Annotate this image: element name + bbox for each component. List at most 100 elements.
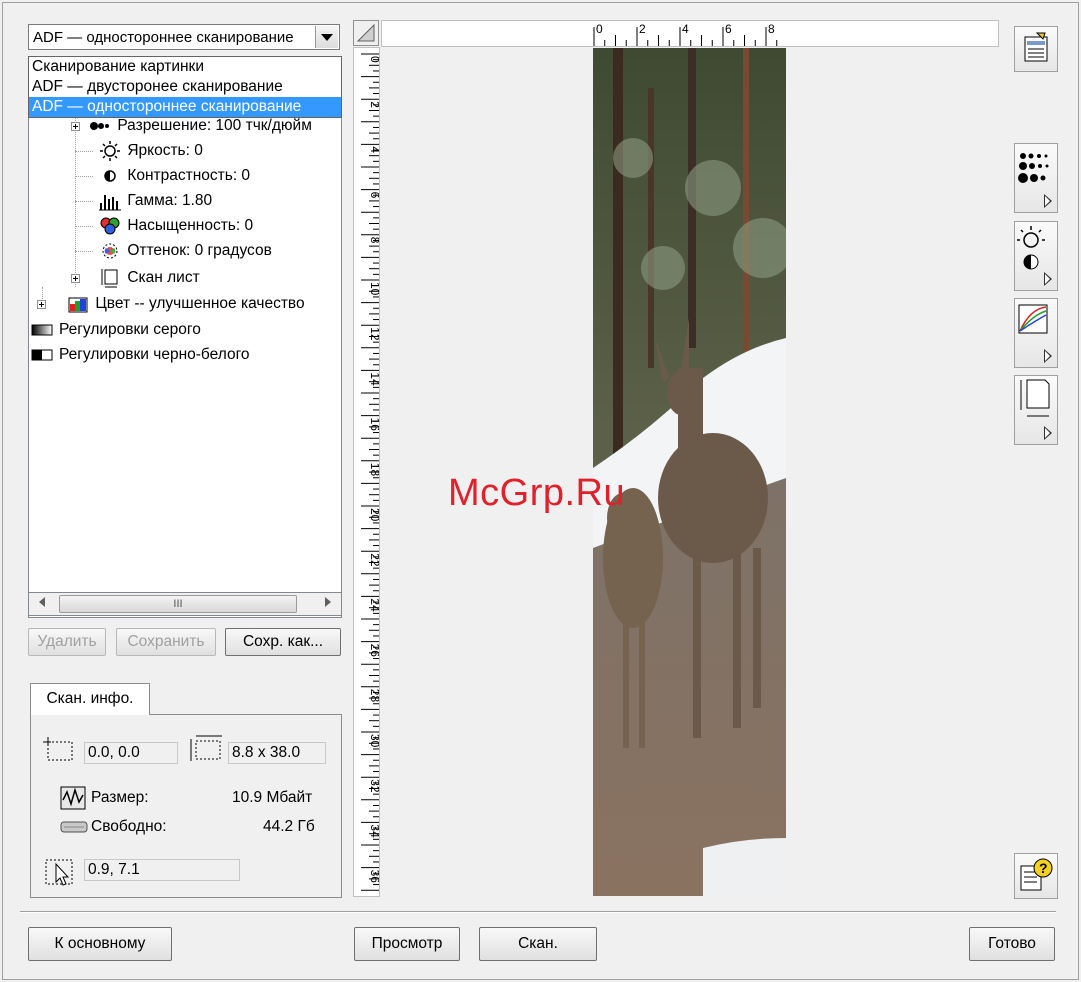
save-profile-button[interactable]: Сохранить [116,628,216,656]
vertical-ruler-ticks: 024681012141618202224262830323436 [361,53,382,891]
page-size-icon [1020,379,1050,417]
tree-item-scan-sheet[interactable]: Скан лист [67,267,200,289]
svg-text:?: ? [1039,860,1048,876]
preview-button[interactable]: Просмотр [354,927,460,961]
ruler-label: 34 [368,824,379,838]
scroll-right-icon[interactable] [325,597,331,607]
ruler-label: 32 [368,779,379,793]
save-as-profile-button[interactable]: Сохр. как... [225,628,341,656]
scroll-left-icon[interactable] [39,597,45,607]
tab-scan-info[interactable]: Скан. инфо. [30,683,150,715]
ruler-label: 24 [368,598,379,612]
tree-item-gamma[interactable]: Гамма: 1.80 [75,190,212,212]
resolution-tool-button[interactable] [1014,143,1058,213]
page-size-tool-button[interactable] [1014,375,1058,445]
resolution-icon [90,121,110,130]
bottom-divider [20,911,1056,913]
profile-option[interactable]: Сканирование картинки [29,57,341,77]
ruler-label: 2 [639,22,646,36]
disk-icon [60,821,88,833]
origin-icon [43,737,73,761]
ruler-label: 26 [368,644,379,658]
free-value: 44.2 Гб [263,818,315,835]
color-mode-icon [68,297,88,313]
ruler-label: 6 [368,192,379,199]
help-button[interactable]: ? [1014,853,1058,899]
ruler-label: 8 [768,22,775,36]
tree-item-brightness[interactable]: Яркость: 0 [75,140,203,162]
tree-item-gray-settings[interactable]: Регулировки серого [31,319,201,341]
expand-icon[interactable] [37,300,46,309]
ruler-label: 2 [368,101,379,108]
horizontal-ruler-ticks: 0 2 4 6 8 [593,22,778,46]
ruler-label: 0 [596,22,603,36]
black-white-icon [31,349,53,361]
gamma-icon [99,194,122,211]
chevron-right-icon [1044,426,1052,440]
brightness-tool-button[interactable] [1014,221,1058,291]
contrast-icon [104,170,117,182]
cursor-position-field: 0.9, 7.1 [84,859,240,881]
ruler-label: 4 [682,22,689,36]
origin-field: 0.0, 0.0 [84,742,178,764]
ruler-label: 14 [368,372,379,386]
chevron-right-icon [1044,272,1052,286]
ruler-label: 8 [368,237,379,244]
done-button[interactable]: Готово [969,927,1055,961]
dimensions-icon [190,735,222,761]
help-icon: ? [1020,858,1053,891]
ruler-label: 10 [368,282,379,296]
tree-item-bw-settings[interactable]: Регулировки черно-белого [31,344,250,366]
size-value: 10.9 Мбайт [232,789,313,806]
file-size-icon [60,786,86,810]
tree-item-hue[interactable]: Оттенок: 0 градусов [75,240,272,262]
chevron-down-icon[interactable] [315,26,338,48]
horizontal-ruler: 0 2 4 6 8 [381,20,999,47]
cursor-position-icon [45,859,73,886]
profile-option[interactable]: ADF — двусторонее сканирование [29,77,341,97]
size-label: Размер: [91,789,149,806]
scan-area-icon [101,268,118,288]
curve-icon [1018,304,1048,334]
chevron-right-icon [1044,349,1052,363]
ruler-label: 18 [368,463,379,477]
back-to-main-button[interactable]: К основному [28,927,172,961]
grayscale-icon [31,324,53,336]
scan-button[interactable]: Скан. [479,927,597,961]
delete-profile-button[interactable]: Удалить [28,628,106,656]
color-curve-tool-button[interactable] [1014,298,1058,368]
tree-item-saturation[interactable]: Насыщенность: 0 [75,215,253,237]
profile-option-selected[interactable]: ADF — одностороннее сканирование [29,97,341,117]
ruler-label: 20 [368,508,379,522]
resolution-dots-icon [1018,153,1049,183]
ruler-label: 0 [368,56,379,63]
expand-icon[interactable] [71,274,80,283]
chevron-right-icon [1044,194,1052,208]
tree-item-contrast[interactable]: Контрастность: 0 [75,165,250,187]
ruler-label: 16 [368,418,379,432]
ruler-label: 6 [725,22,732,36]
settings-tree[interactable]: Разрешение: 100 тчк/дюйм Яркость: 0 Конт… [28,56,342,618]
ruler-label: 4 [368,146,379,153]
ruler-corner-icon [356,23,375,42]
tree-item-resolution[interactable]: Разрешение: 100 тчк/дюйм [67,115,312,137]
free-label: Свободно: [91,818,167,835]
vertical-ruler: 024681012141618202224262830323436 [353,47,382,897]
brightness-icon [100,140,121,161]
ruler-units-corner[interactable] [353,20,379,46]
profile-select[interactable]: ADF — одностороннее сканирование [28,24,340,50]
tree-item-color-quality[interactable]: Цвет -- улучшенное качество [35,293,305,315]
ruler-label: 22 [368,553,379,567]
ruler-label: 36 [368,870,379,884]
ruler-label: 28 [368,689,379,703]
settings-panel-button[interactable] [1014,26,1058,72]
scrollbar-thumb[interactable]: III [59,595,297,613]
saturation-icon [100,217,120,235]
ruler-label: 12 [368,327,379,341]
settings-icon [1024,32,1048,62]
expand-icon[interactable] [71,122,80,131]
tree-horizontal-scrollbar[interactable]: III [28,592,342,616]
profile-dropdown-list[interactable]: Сканирование картинки ADF — двусторонее … [28,56,342,118]
dimensions-field: 8.8 x 38.0 [228,742,326,764]
ruler-label: 30 [368,734,379,748]
